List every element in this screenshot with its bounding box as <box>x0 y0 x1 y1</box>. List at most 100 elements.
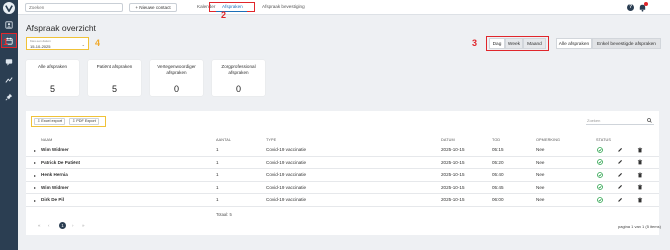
date-picker-label: Kies een datum <box>30 39 51 43</box>
chat-icon[interactable] <box>3 57 15 67</box>
row-time: 05:20 <box>492 159 504 165</box>
check-circle-icon <box>597 196 603 203</box>
appointments-panel <box>26 111 659 235</box>
edit-icon[interactable] <box>617 184 623 190</box>
annotation-4: 4 <box>95 38 101 48</box>
global-search-input[interactable] <box>25 3 123 12</box>
help-icon[interactable]: ? <box>627 4 634 11</box>
trash-icon[interactable] <box>637 159 643 165</box>
filter-all-appointments[interactable]: Alle afspraken <box>556 38 592 49</box>
date-picker-value: 15-10-2025 <box>30 43 51 49</box>
row-name[interactable]: Wim Widmer <box>41 185 69 190</box>
row-time: 06:00 <box>492 197 504 202</box>
row-type: Covid-19 vaccinatie <box>266 172 307 177</box>
expand-row-icon[interactable]: ▸ <box>34 185 36 190</box>
stat-label: Vertegenwoordiger afspraken <box>157 64 196 75</box>
row-remark: Nee <box>536 197 545 202</box>
pdf-export-button[interactable]: ⇩ PDF Export <box>69 118 99 125</box>
check-circle-icon <box>597 171 603 178</box>
pin-icon[interactable] <box>3 92 15 102</box>
row-divider <box>26 205 659 207</box>
tab-afspraak-bevestiging[interactable]: Afspraak bevestiging <box>262 4 305 9</box>
row-remark: Nee <box>536 147 545 152</box>
top-bar: + Nieuwe contact <box>18 0 670 15</box>
trash-icon[interactable] <box>637 172 643 178</box>
row-name[interactable]: Wim Widmer <box>41 147 69 152</box>
logo-icon[interactable] <box>3 2 15 14</box>
pagination-first[interactable]: « <box>38 223 41 228</box>
trash-icon[interactable] <box>637 184 643 190</box>
row-count: 1 <box>216 159 219 165</box>
stat-card-care-professional: Zorgprofessional afspraken 0 <box>212 60 265 96</box>
filter-confirmed-appointments[interactable]: Enkel bevestigde afspraken <box>592 38 661 49</box>
edit-icon[interactable] <box>617 172 623 178</box>
row-remark: Nee <box>536 184 545 190</box>
row-count: 1 <box>216 172 219 177</box>
column-header-count[interactable]: AANTAL <box>216 138 231 142</box>
stats-icon[interactable] <box>3 75 15 85</box>
row-type: Covid-19 vaccinatie <box>266 184 307 190</box>
excel-export-button[interactable]: ⇩ Excel export <box>34 118 66 125</box>
pagination-last[interactable]: » <box>82 223 85 228</box>
expand-row-icon[interactable]: ▸ <box>34 198 36 203</box>
column-header-date[interactable]: DATUM <box>441 138 455 142</box>
date-picker[interactable]: Kies een datum 15-10-2025 ⌄ <box>26 37 89 50</box>
row-divider <box>26 193 659 194</box>
notification-badge <box>644 2 648 6</box>
row-time: 05:45 <box>492 184 504 190</box>
stat-value: 0 <box>173 84 179 94</box>
stat-card-patient: Patiënt afspraken 5 <box>88 60 141 96</box>
check-circle-icon <box>597 184 603 190</box>
stat-value: 5 <box>111 84 117 94</box>
stat-label: Zorgprofessional afspraken <box>221 64 256 75</box>
row-name[interactable]: Henk Hernia <box>41 172 68 177</box>
stat-value: 0 <box>235 84 241 94</box>
row-remark: Nee <box>536 172 545 177</box>
trash-icon[interactable] <box>637 147 643 153</box>
table-search-input[interactable]: Zoeken <box>586 117 654 125</box>
expand-row-icon[interactable]: ▸ <box>34 173 36 178</box>
column-header-remark[interactable]: OPMERKING <box>536 138 560 142</box>
pagination-current-page[interactable]: 1 <box>59 222 66 229</box>
row-date: 2025-10-15 <box>441 172 465 177</box>
download-icon: ⇩ <box>72 119 76 123</box>
annotation-3: 3 <box>472 38 478 48</box>
expand-row-icon[interactable]: ▸ <box>34 160 36 165</box>
row-count: 1 <box>216 197 219 202</box>
download-icon: ⇩ <box>37 119 41 123</box>
row-remark: Nee <box>536 159 545 165</box>
row-divider <box>26 168 659 169</box>
edit-icon[interactable] <box>617 197 623 203</box>
pagination-prev[interactable]: ‹ <box>48 223 50 228</box>
stat-label: Alle afspraken <box>37 64 68 69</box>
row-date: 2025-10-15 <box>441 147 465 152</box>
stat-value: 5 <box>49 84 55 94</box>
row-name[interactable]: Patrick De Patiënt <box>41 160 80 165</box>
expand-row-icon[interactable]: ▸ <box>34 148 36 153</box>
column-header-name[interactable]: NAAM <box>41 138 52 142</box>
excel-export-label: Excel export <box>41 119 63 123</box>
pdf-export-label: PDF Export <box>76 119 96 123</box>
row-time: 05:15 <box>492 147 504 152</box>
trash-icon[interactable] <box>637 197 643 203</box>
row-name[interactable]: Dirk De Pil <box>41 197 64 202</box>
new-contact-button[interactable]: + Nieuwe contact <box>129 3 177 12</box>
row-count: 1 <box>216 184 219 190</box>
annotation-2: 2 <box>221 10 227 20</box>
segment-week[interactable]: Week <box>505 38 523 49</box>
column-header-type[interactable]: TYPE <box>266 138 276 142</box>
pagination-next[interactable]: › <box>72 223 74 228</box>
contacts-icon[interactable] <box>3 20 15 30</box>
table-total: Totaal: 5 <box>216 212 232 217</box>
column-header-time[interactable]: TOD <box>492 138 500 142</box>
row-divider <box>26 155 659 157</box>
segment-dag[interactable]: Dag <box>489 38 505 49</box>
column-header-status[interactable]: STATUS <box>596 138 611 142</box>
chevron-down-icon: ⌄ <box>81 42 85 47</box>
annotation-1: 1 <box>3 37 9 47</box>
check-circle-icon <box>597 159 603 165</box>
segment-maand[interactable]: Maand <box>523 38 546 49</box>
edit-icon[interactable] <box>617 147 623 153</box>
edit-icon[interactable] <box>617 159 623 165</box>
row-type: Covid-19 vaccinatie <box>266 159 307 165</box>
